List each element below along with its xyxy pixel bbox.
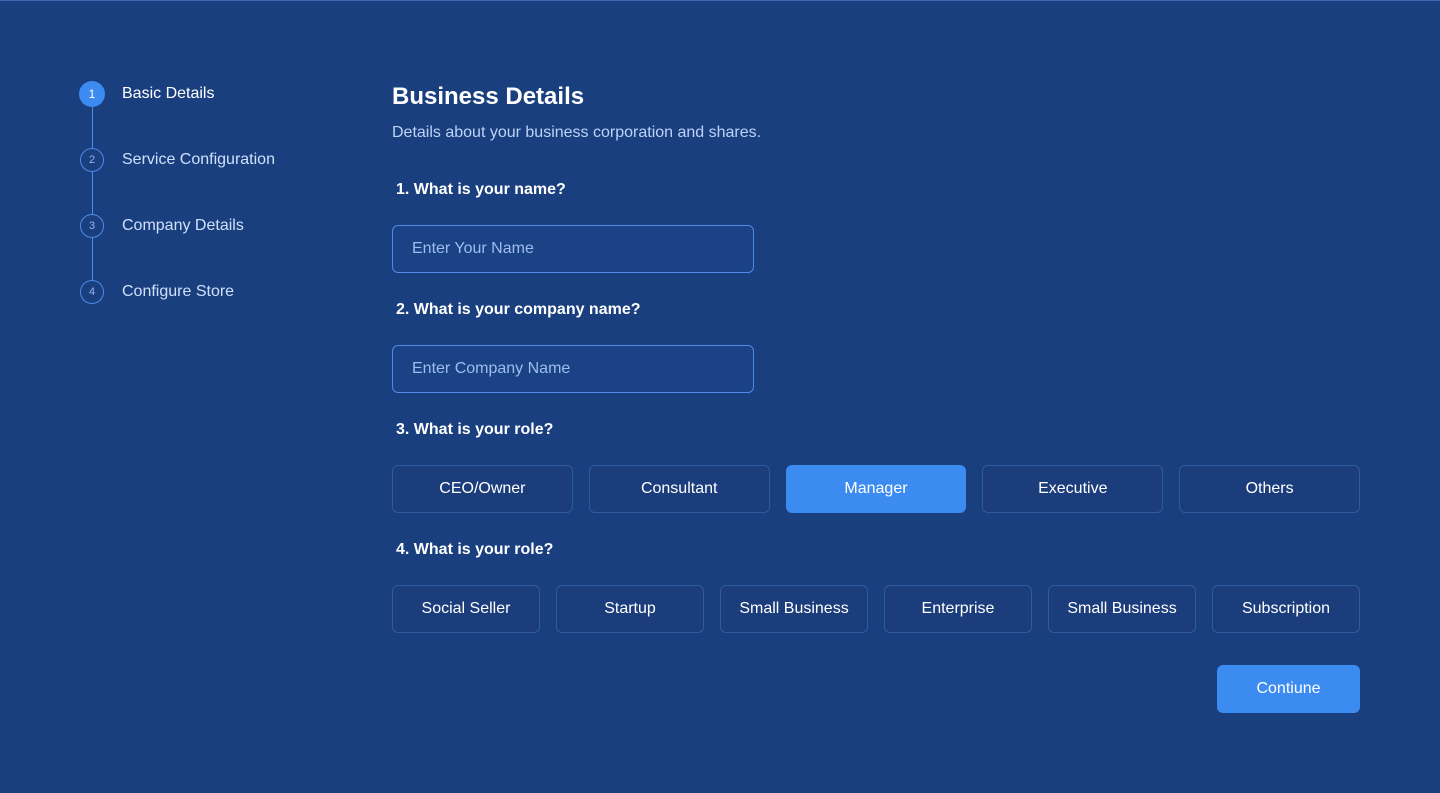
question-company-label: 2. What is your company name? xyxy=(396,301,641,318)
question-business-type-label: 4. What is your role? xyxy=(396,541,554,558)
step-configure-store[interactable]: 4 Configure Store xyxy=(80,279,234,305)
business-option-social-seller[interactable]: Social Seller xyxy=(392,585,540,633)
question-role-label: 3. What is your role? xyxy=(396,421,554,438)
step-basic-details[interactable]: 1 Basic Details xyxy=(79,81,215,107)
continue-button[interactable]: Contiune xyxy=(1217,665,1360,713)
step-number-badge: 3 xyxy=(80,214,104,238)
company-name-input[interactable] xyxy=(392,345,754,393)
step-number-badge: 2 xyxy=(80,148,104,172)
step-label: Basic Details xyxy=(122,85,215,102)
step-company-details[interactable]: 3 Company Details xyxy=(80,213,244,239)
step-number-badge: 4 xyxy=(80,280,104,304)
role-option-others[interactable]: Others xyxy=(1179,465,1360,513)
page-subtitle: Details about your business corporation … xyxy=(392,124,762,141)
business-option-small-business[interactable]: Small Business xyxy=(720,585,868,633)
step-number-badge: 1 xyxy=(79,81,105,107)
business-type-options: Social Seller Startup Small Business Ent… xyxy=(392,585,1360,633)
step-label: Configure Store xyxy=(122,283,235,300)
step-label: Service Configuration xyxy=(122,151,275,168)
business-option-startup[interactable]: Startup xyxy=(556,585,704,633)
page-title: Business Details xyxy=(392,83,585,110)
name-input[interactable] xyxy=(392,225,754,273)
step-label: Company Details xyxy=(122,217,244,234)
business-option-subscription[interactable]: Subscription xyxy=(1212,585,1360,633)
role-option-executive[interactable]: Executive xyxy=(982,465,1164,513)
role-option-ceo-owner[interactable]: CEO/Owner xyxy=(392,465,573,513)
business-option-small-business-2[interactable]: Small Business xyxy=(1048,585,1196,633)
step-service-configuration[interactable]: 2 Service Configuration xyxy=(80,147,275,173)
role-option-manager[interactable]: Manager xyxy=(785,465,967,513)
business-option-enterprise[interactable]: Enterprise xyxy=(884,585,1032,633)
stepper-connector-line xyxy=(92,107,93,291)
role-option-consultant[interactable]: Consultant xyxy=(588,465,770,513)
question-name-label: 1. What is your name? xyxy=(396,181,566,198)
role-options: CEO/Owner Consultant Manager Executive O… xyxy=(392,465,1360,513)
stepper: 1 Basic Details 2 Service Configuration … xyxy=(79,81,340,321)
